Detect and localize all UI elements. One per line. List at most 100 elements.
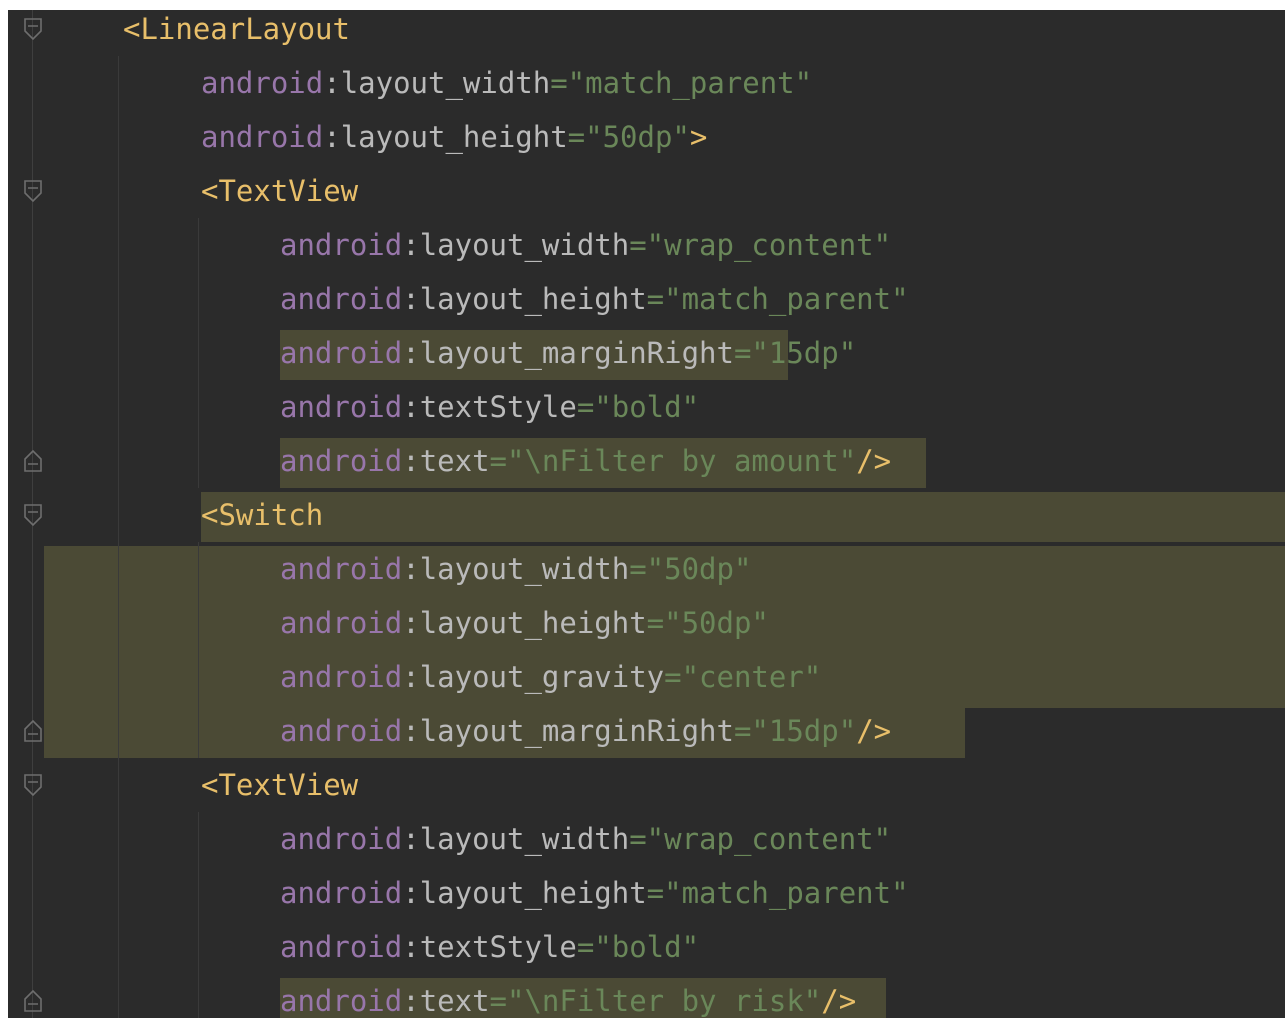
code-token-attr: textStyle <box>419 930 577 964</box>
code-token-colon: : <box>402 822 420 856</box>
code-token-tag: /> <box>856 444 892 478</box>
code-token-attr: layout_height <box>419 876 647 910</box>
code-token-val: ="wrap_content" <box>629 822 892 856</box>
code-token-ns: android <box>280 822 403 856</box>
code-token-attr: layout_width <box>419 552 630 586</box>
code-token-ns: android <box>280 336 403 370</box>
code-token-val: ="\nFilter by risk" <box>489 984 822 1018</box>
code-token-tag: <Switch <box>201 498 324 532</box>
code-line[interactable]: android:layout_width="50dp" <box>280 542 751 596</box>
indent-guide <box>118 56 119 1018</box>
code-token-attr: layout_height <box>419 606 647 640</box>
code-token-tag: <TextView <box>201 768 359 802</box>
indent-guide <box>198 218 199 488</box>
code-token-ns: android <box>280 390 403 424</box>
code-token-ns: android <box>201 120 324 154</box>
code-token-tag: > <box>689 120 708 154</box>
code-token-attr: layout_width <box>340 66 551 100</box>
code-token-ns: android <box>280 714 403 748</box>
code-line[interactable]: android:layout_width="wrap_content" <box>280 218 891 272</box>
fold-open-icon[interactable] <box>23 17 43 41</box>
fold-close-icon[interactable] <box>23 449 43 473</box>
code-line[interactable]: android:layout_height="50dp" <box>280 596 769 650</box>
code-line[interactable]: android:layout_width="match_parent" <box>201 56 812 110</box>
code-token-ns: android <box>280 930 403 964</box>
code-token-val: ="15dp" <box>733 714 857 748</box>
code-token-ns: android <box>280 228 403 262</box>
code-line[interactable]: android:textStyle="bold" <box>280 380 699 434</box>
code-token-ns: android <box>280 282 403 316</box>
fold-close-icon[interactable] <box>23 989 43 1013</box>
code-token-attr: layout_height <box>419 282 647 316</box>
code-token-colon: : <box>402 660 420 694</box>
code-token-val: ="50dp" <box>567 120 690 154</box>
code-line[interactable]: <LinearLayout <box>123 10 350 56</box>
code-token-colon: : <box>323 120 341 154</box>
code-line[interactable]: <TextView <box>201 758 358 812</box>
code-line[interactable]: <TextView <box>201 164 358 218</box>
code-token-tag: /> <box>856 714 892 748</box>
code-token-colon: : <box>402 876 420 910</box>
code-token-ns: android <box>280 876 403 910</box>
code-token-colon: : <box>402 444 420 478</box>
code-token-colon: : <box>402 228 420 262</box>
code-token-attr: layout_width <box>419 228 630 262</box>
code-token-colon: : <box>402 606 420 640</box>
code-token-colon: : <box>402 984 420 1018</box>
code-token-val: ="match_parent" <box>646 876 909 910</box>
code-token-tag: <TextView <box>201 174 359 208</box>
code-token-val: ="\nFilter by amount" <box>489 444 857 478</box>
code-line[interactable]: android:layout_height="match_parent" <box>280 866 909 920</box>
code-token-val: ="match_parent" <box>646 282 909 316</box>
code-line[interactable]: android:layout_gravity="center" <box>280 650 821 704</box>
code-token-val: ="center" <box>664 660 822 694</box>
code-token-attr: layout_width <box>419 822 630 856</box>
code-token-colon: : <box>402 552 420 586</box>
code-token-colon: : <box>323 66 341 100</box>
code-token-ns: android <box>280 444 403 478</box>
code-token-ns: android <box>280 606 403 640</box>
code-line[interactable]: android:layout_marginRight="15dp" <box>280 326 856 380</box>
indent-guide <box>198 542 199 758</box>
selection-highlight <box>201 492 1285 542</box>
code-token-attr: layout_height <box>340 120 568 154</box>
code-token-ns: android <box>201 66 324 100</box>
fold-close-icon[interactable] <box>23 719 43 743</box>
code-token-colon: : <box>402 282 420 316</box>
indent-guide <box>198 812 199 1018</box>
code-token-val: ="50dp" <box>629 552 752 586</box>
code-token-attr: text <box>419 444 490 478</box>
code-token-attr: text <box>419 984 490 1018</box>
code-token-attr: layout_gravity <box>419 660 665 694</box>
code-token-val: ="match_parent" <box>550 66 813 100</box>
code-token-colon: : <box>402 390 420 424</box>
code-token-colon: : <box>402 714 420 748</box>
code-line[interactable]: android:textStyle="bold" <box>280 920 699 974</box>
code-line[interactable]: android:layout_height="50dp"> <box>201 110 707 164</box>
code-line[interactable]: android:layout_height="match_parent" <box>280 272 909 326</box>
code-token-attr: layout_marginRight <box>419 336 734 370</box>
code-line[interactable]: <Switch <box>201 488 323 542</box>
code-line[interactable]: android:text="\nFilter by amount"/> <box>280 434 891 488</box>
fold-open-icon[interactable] <box>23 773 43 797</box>
fold-open-icon[interactable] <box>23 503 43 527</box>
code-editor[interactable]: <LinearLayout android:layout_width="match… <box>8 10 1285 1018</box>
code-line[interactable]: android:layout_marginRight="15dp"/> <box>280 704 891 758</box>
code-token-val: ="bold" <box>576 390 700 424</box>
code-token-tag: <LinearLayout <box>123 12 350 46</box>
code-token-ns: android <box>280 984 403 1018</box>
code-token-ns: android <box>280 552 403 586</box>
code-line[interactable]: android:layout_width="wrap_content" <box>280 812 891 866</box>
code-token-val: ="15dp" <box>733 336 857 370</box>
code-token-ns: android <box>280 660 403 694</box>
code-token-tag: /> <box>821 984 857 1018</box>
code-token-val: ="wrap_content" <box>629 228 892 262</box>
code-line[interactable]: android:text="\nFilter by risk"/> <box>280 974 856 1018</box>
code-token-attr: layout_marginRight <box>419 714 734 748</box>
code-token-attr: textStyle <box>419 390 577 424</box>
code-token-val: ="bold" <box>576 930 700 964</box>
code-token-colon: : <box>402 930 420 964</box>
code-token-colon: : <box>402 336 420 370</box>
fold-open-icon[interactable] <box>23 179 43 203</box>
code-token-val: ="50dp" <box>646 606 769 640</box>
